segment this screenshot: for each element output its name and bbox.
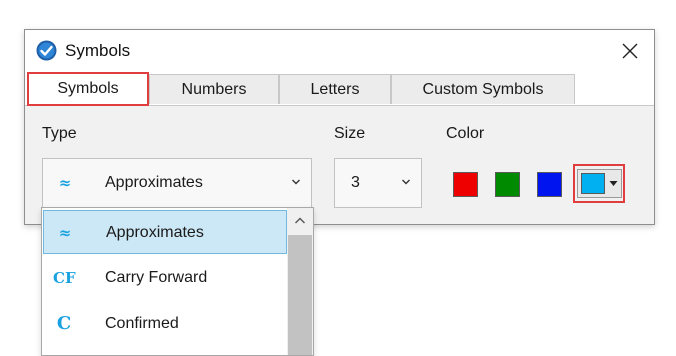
type-label: Type [42, 125, 77, 142]
list-item-label: Carry Forward [105, 269, 208, 286]
list-item-carry-forward[interactable]: CF Carry Forward [43, 256, 287, 300]
size-label: Size [334, 125, 366, 142]
tab-symbols[interactable]: Symbols [27, 72, 149, 106]
list-item-confirmed[interactable]: C Confirmed [43, 302, 287, 346]
color-picker-button[interactable] [577, 169, 622, 198]
close-icon [622, 43, 638, 59]
chevron-down-icon [402, 179, 410, 185]
chevron-down-icon [292, 179, 300, 185]
color-swatch-red[interactable] [453, 172, 478, 197]
close-button[interactable] [618, 39, 642, 63]
type-select[interactable]: ≈ Approximates [42, 158, 312, 208]
symbols-dialog: Symbols Symbols Numbers Letters Custom S… [24, 29, 655, 225]
dropdown-arrow-icon [609, 181, 618, 186]
list-item-label: Approximates [106, 224, 204, 241]
tab-label: Letters [310, 80, 360, 98]
app-check-icon [36, 40, 57, 61]
confirmed-symbol-icon: C [56, 313, 72, 334]
carry-forward-symbol-icon: CF [53, 269, 76, 287]
color-label: Color [446, 125, 485, 142]
size-select[interactable]: 3 [334, 158, 422, 208]
title-bar: Symbols [25, 30, 654, 72]
color-swatch-blue[interactable] [537, 172, 562, 197]
tab-custom-symbols[interactable]: Custom Symbols [391, 74, 575, 104]
color-swatch-green[interactable] [495, 172, 520, 197]
tab-numbers[interactable]: Numbers [149, 74, 279, 104]
tab-letters[interactable]: Letters [279, 74, 391, 104]
list-item-label: Confirmed [105, 315, 179, 332]
scroll-up-button[interactable] [287, 208, 313, 234]
type-dropdown-list: ≈ Approximates CF Carry Forward C Confir… [41, 207, 314, 356]
dropdown-scrollbar[interactable] [287, 208, 313, 355]
chevron-up-icon [295, 217, 305, 224]
approximates-symbol-icon: ≈ [58, 174, 72, 192]
scroll-thumb[interactable] [288, 235, 312, 355]
type-select-value: Approximates [105, 174, 203, 191]
approximates-symbol-icon: ≈ [58, 224, 72, 242]
tab-strip: Symbols Numbers Letters Custom Symbols [25, 72, 654, 106]
tab-label: Numbers [181, 80, 247, 98]
tab-label: Custom Symbols [422, 80, 544, 98]
current-color-swatch [581, 173, 605, 194]
dialog-title: Symbols [65, 41, 131, 60]
tab-label: Symbols [57, 80, 119, 97]
size-select-value: 3 [351, 174, 360, 191]
list-item-approximates[interactable]: ≈ Approximates [43, 210, 287, 254]
